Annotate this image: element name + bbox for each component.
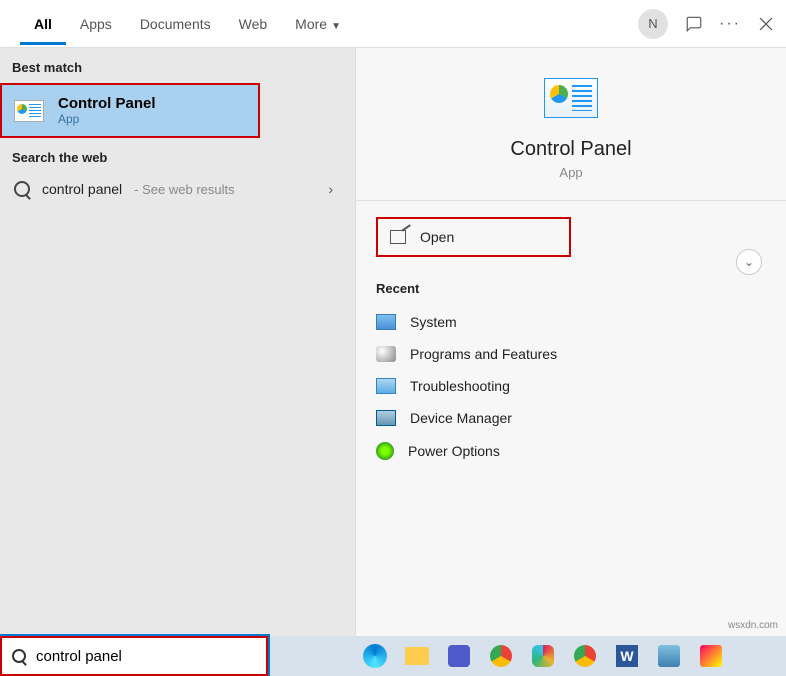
taskbar: W [0, 636, 786, 676]
taskbar-explorer[interactable] [400, 639, 434, 673]
expand-button[interactable]: ⌄ [736, 249, 762, 275]
best-match-subtitle: App [58, 112, 156, 126]
system-icon [376, 314, 396, 330]
search-icon [14, 181, 30, 197]
detail-panel: Control Panel App Open ⌄ Recent System P [355, 48, 786, 636]
taskbar-edge[interactable] [358, 639, 392, 673]
tab-web[interactable]: Web [225, 2, 282, 45]
control-panel-icon [14, 100, 44, 122]
web-query: control panel [42, 181, 122, 197]
best-match-title: Control Panel [58, 95, 156, 112]
web-suffix: - See web results [134, 182, 234, 197]
recent-item-programs[interactable]: Programs and Features [376, 338, 766, 370]
detail-title: Control Panel [510, 138, 631, 161]
taskbar-chrome[interactable] [484, 639, 518, 673]
more-icon[interactable]: ··· [720, 14, 740, 34]
tab-more[interactable]: More▼ [281, 2, 355, 45]
open-icon [390, 230, 406, 244]
close-icon[interactable] [756, 14, 776, 34]
troubleshoot-icon [376, 378, 396, 394]
search-tabs: All Apps Documents Web More▼ [0, 2, 355, 45]
programs-icon [376, 346, 396, 362]
recent-item-system[interactable]: System [376, 306, 766, 338]
search-input[interactable] [36, 648, 256, 665]
power-icon [376, 442, 394, 460]
feedback-icon[interactable] [684, 14, 704, 34]
tab-documents[interactable]: Documents [126, 2, 225, 45]
chevron-right-icon: › [328, 181, 333, 197]
taskbar-app[interactable] [652, 639, 686, 673]
watermark: wsxdn.com [728, 620, 778, 631]
recent-item-troubleshooting[interactable]: Troubleshooting [376, 370, 766, 402]
taskbar-word[interactable]: W [610, 639, 644, 673]
search-box[interactable] [0, 636, 268, 676]
search-web-header: Search the web [0, 138, 355, 171]
taskbar-teams[interactable] [442, 639, 476, 673]
tab-apps[interactable]: Apps [66, 2, 126, 45]
taskbar-chrome2[interactable] [568, 639, 602, 673]
taskbar-slack[interactable] [526, 639, 560, 673]
results-panel: Best match Control Panel App Search the … [0, 48, 355, 636]
recent-item-device-manager[interactable]: Device Manager [376, 402, 766, 434]
avatar[interactable]: N [638, 9, 668, 39]
open-button[interactable]: Open [376, 217, 571, 257]
best-match-result[interactable]: Control Panel App [0, 83, 260, 138]
taskbar-app2[interactable] [694, 639, 728, 673]
search-icon [12, 649, 26, 663]
web-result[interactable]: control panel - See web results › [0, 171, 355, 207]
device-icon [376, 410, 396, 426]
best-match-header: Best match [0, 48, 355, 81]
recent-header: Recent [376, 281, 766, 296]
detail-subtitle: App [559, 165, 582, 180]
title-bar: All Apps Documents Web More▼ N ··· [0, 0, 786, 48]
tab-all[interactable]: All [20, 2, 66, 45]
control-panel-icon [544, 78, 598, 118]
recent-item-power-options[interactable]: Power Options [376, 434, 766, 468]
